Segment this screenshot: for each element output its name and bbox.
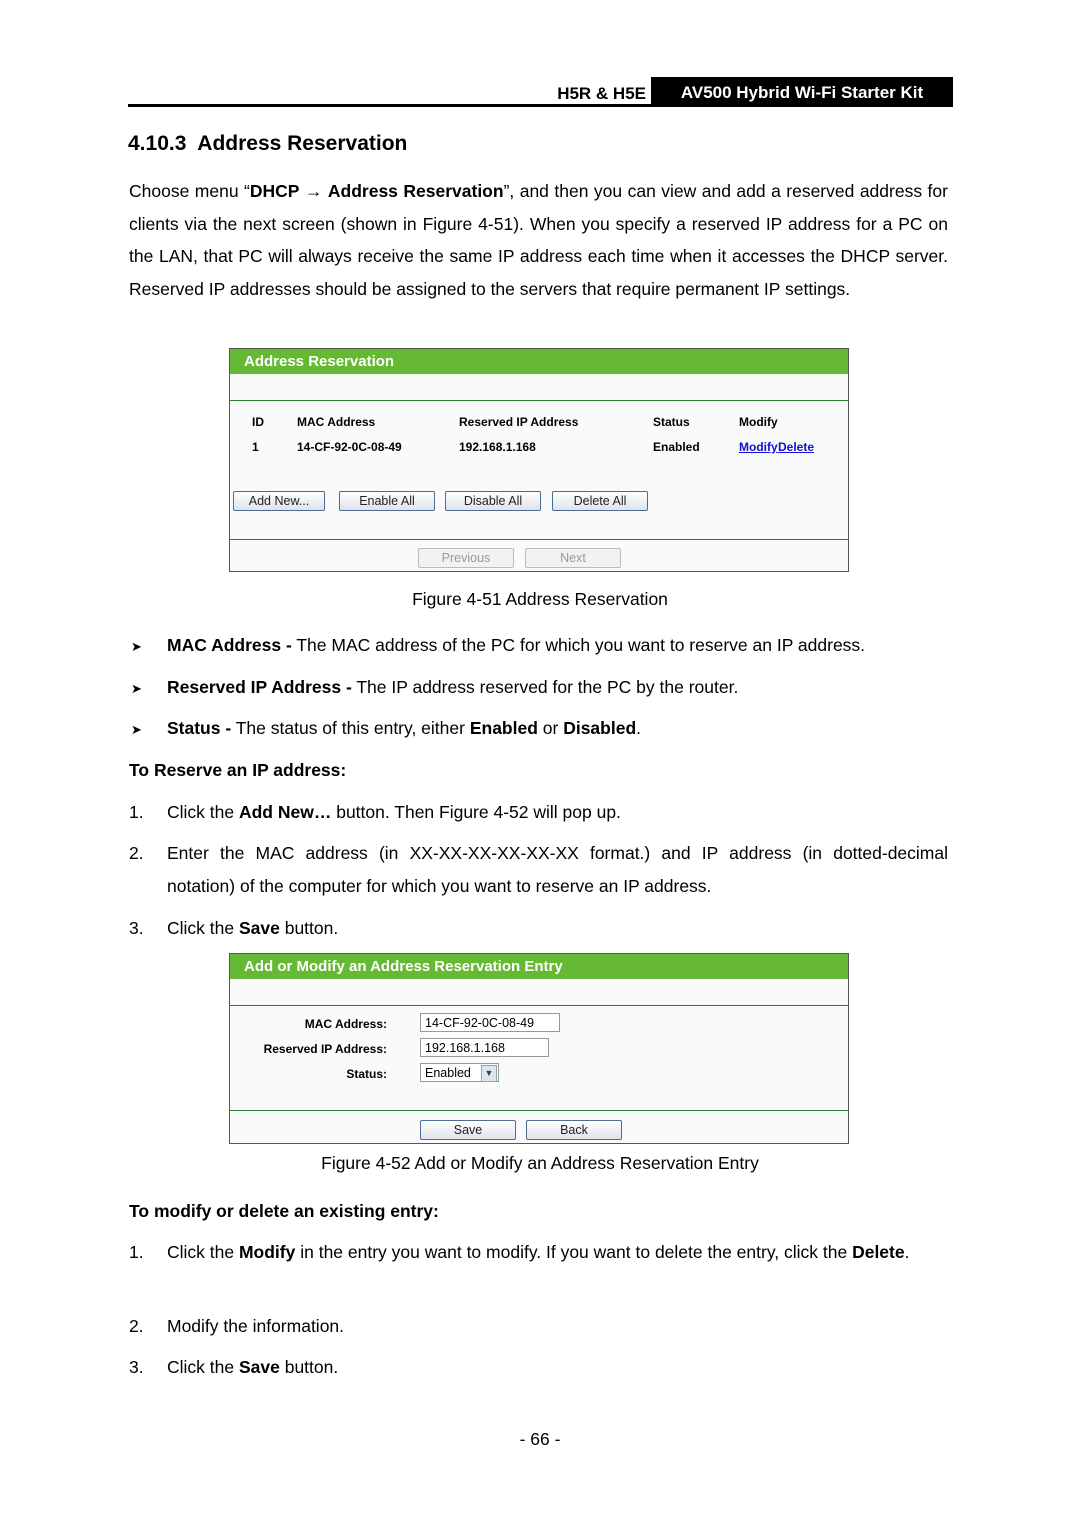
step-number: 3. bbox=[129, 1357, 144, 1377]
divider bbox=[230, 1005, 848, 1006]
modify-heading: To modify or delete an existing entry: bbox=[129, 1201, 439, 1221]
cell-ip: 192.168.1.168 bbox=[459, 440, 536, 454]
modify-step-1: Click the Modify in the entry you want t… bbox=[167, 1242, 910, 1262]
col-mac: MAC Address bbox=[297, 415, 376, 429]
cell-mac: 14-CF-92-0C-08-49 bbox=[297, 440, 402, 454]
header-model: H5R & H5E bbox=[557, 84, 646, 103]
delete-link[interactable]: Delete bbox=[778, 440, 814, 454]
bullet-reserved-ip: Reserved IP Address - The IP address res… bbox=[167, 677, 739, 697]
previous-button[interactable]: Previous bbox=[418, 548, 514, 568]
back-button[interactable]: Back bbox=[526, 1120, 622, 1140]
bullet-arrow-icon: ➤ bbox=[131, 722, 142, 737]
status-select[interactable]: Enabled ▼ bbox=[420, 1063, 499, 1082]
reserved-ip-input[interactable]: 192.168.1.168 bbox=[420, 1038, 549, 1057]
step-number: 2. bbox=[129, 843, 144, 863]
page-number: - 66 - bbox=[519, 1429, 561, 1449]
step-number: 3. bbox=[129, 918, 144, 938]
panel-title: Add or Modify an Address Reservation Ent… bbox=[230, 954, 848, 979]
section-title-text: Address Reservation bbox=[197, 132, 408, 155]
col-modify: Modify bbox=[739, 415, 778, 429]
intro-paragraph: Choose menu “DHCP → Address Reservation”… bbox=[129, 175, 948, 306]
intro-text: Choose menu “ bbox=[129, 181, 250, 201]
reserved-ip-label: Reserved IP Address: bbox=[263, 1042, 387, 1056]
save-button[interactable]: Save bbox=[420, 1120, 516, 1140]
header-product: AV500 Hybrid Wi-Fi Starter Kit bbox=[651, 77, 953, 107]
col-ip: Reserved IP Address bbox=[459, 415, 579, 429]
chevron-down-icon[interactable]: ▼ bbox=[481, 1065, 497, 1082]
cell-id: 1 bbox=[252, 440, 259, 454]
panel-title: Address Reservation bbox=[230, 349, 848, 374]
modify-step-3: Click the Save button. bbox=[167, 1357, 339, 1377]
bullet-arrow-icon: ➤ bbox=[131, 639, 142, 654]
reserve-heading: To Reserve an IP address: bbox=[129, 760, 347, 780]
status-label: Status: bbox=[346, 1067, 387, 1081]
divider bbox=[230, 539, 848, 540]
figure-add-modify-entry: Add or Modify an Address Reservation Ent… bbox=[229, 953, 849, 1144]
arrow-right-icon: → bbox=[304, 181, 323, 201]
modify-link[interactable]: Modify bbox=[739, 440, 778, 454]
bullet-mac-address: MAC Address - The MAC address of the PC … bbox=[167, 635, 866, 655]
divider bbox=[230, 1110, 848, 1111]
col-id: ID bbox=[252, 415, 264, 429]
add-new-button[interactable]: Add New... bbox=[233, 491, 325, 511]
figure-address-reservation: Address Reservation ID MAC Address Reser… bbox=[229, 348, 849, 572]
section-title: 4.10.3 Address Reservation bbox=[128, 132, 407, 156]
enable-all-button[interactable]: Enable All bbox=[339, 491, 435, 511]
figure-caption-4-51: Figure 4-51 Address Reservation bbox=[412, 589, 668, 609]
mac-address-label: MAC Address: bbox=[304, 1017, 387, 1031]
disable-all-button[interactable]: Disable All bbox=[445, 491, 541, 511]
reserve-step-2: Enter the MAC address (in XX-XX-XX-XX-XX… bbox=[167, 843, 948, 896]
step-number: 1. bbox=[129, 1242, 144, 1262]
step-number: 2. bbox=[129, 1316, 144, 1336]
next-button[interactable]: Next bbox=[525, 548, 621, 568]
delete-all-button[interactable]: Delete All bbox=[552, 491, 648, 511]
bullet-arrow-icon: ➤ bbox=[131, 681, 142, 696]
mac-address-input[interactable]: 14-CF-92-0C-08-49 bbox=[420, 1013, 560, 1032]
reserve-step-3: Click the Save button. bbox=[167, 918, 339, 938]
header-rule bbox=[128, 104, 953, 107]
cell-status: Enabled bbox=[653, 440, 700, 454]
reserve-step-1: Click the Add New… button. Then Figure 4… bbox=[167, 802, 621, 822]
bullet-status: Status - The status of this entry, eithe… bbox=[167, 718, 642, 738]
figure-caption-4-52: Figure 4-52 Add or Modify an Address Res… bbox=[321, 1153, 759, 1173]
modify-step-2: Modify the information. bbox=[167, 1316, 345, 1336]
menu-dhcp: DHCP bbox=[249, 181, 300, 201]
section-number: 4.10.3 bbox=[128, 132, 187, 155]
step-number: 1. bbox=[129, 802, 144, 822]
col-status: Status bbox=[653, 415, 690, 429]
menu-address-reservation: Address Reservation bbox=[327, 181, 504, 201]
status-select-value: Enabled bbox=[425, 1066, 471, 1080]
divider bbox=[230, 400, 848, 401]
